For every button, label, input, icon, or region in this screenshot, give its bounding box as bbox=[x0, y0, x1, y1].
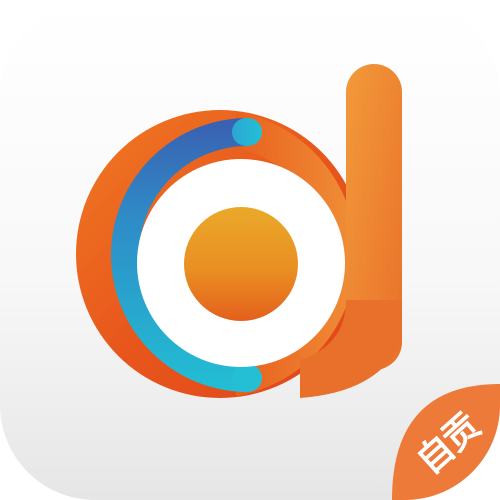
app-icon-stage: 自贡 bbox=[0, 0, 500, 500]
